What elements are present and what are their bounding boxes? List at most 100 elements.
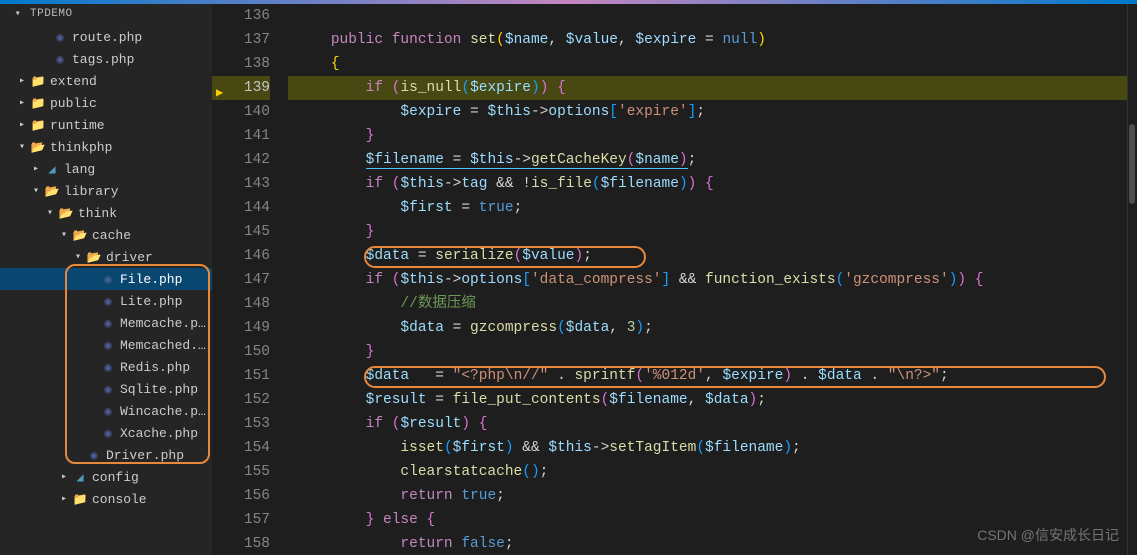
line-number: 150: [212, 340, 270, 364]
code-line[interactable]: }: [288, 220, 1127, 244]
code-line[interactable]: $data = gzcompress($data, 3);: [288, 316, 1127, 340]
php-icon: ◉: [100, 316, 116, 331]
code-line[interactable]: {: [288, 52, 1127, 76]
code-line[interactable]: $expire = $this->options['expire'];: [288, 100, 1127, 124]
line-number: 139▶: [212, 76, 270, 100]
file-driver[interactable]: ◉ Driver.php: [0, 444, 212, 466]
folder-extend[interactable]: ▸📁extend: [0, 70, 212, 92]
code-line[interactable]: return true;: [288, 484, 1127, 508]
code-line[interactable]: isset($first) && $this->setTagItem($file…: [288, 436, 1127, 460]
code-line[interactable]: if ($this->tag && !is_file($filename)) {: [288, 172, 1127, 196]
tree-item-label: Redis.php: [120, 360, 208, 375]
code-line[interactable]: public function set($name, $value, $expi…: [288, 28, 1127, 52]
file-sqlite[interactable]: ◉Sqlite.php: [0, 378, 212, 400]
tree-item-label: Xcache.php: [120, 426, 208, 441]
project-title: TPDEMO: [30, 8, 73, 20]
php-icon: ◉: [52, 52, 68, 67]
code-line[interactable]: if ($result) {: [288, 412, 1127, 436]
code-line[interactable]: if ($this->options['data_compress'] && f…: [288, 268, 1127, 292]
chevron-icon: ▸: [56, 471, 72, 483]
tree-item-label: Memcache.php: [120, 316, 208, 331]
line-number: 137: [212, 28, 270, 52]
file-memcache[interactable]: ◉ Memcache.php: [0, 312, 212, 334]
file-tree: ◉route.php◉tags.php▸📁extend▸📁public▸📁run…: [0, 24, 212, 512]
code-content[interactable]: public function set($name, $value, $expi…: [288, 4, 1127, 555]
code-line[interactable]: [288, 4, 1127, 28]
code-line[interactable]: $first = true;: [288, 196, 1127, 220]
code-line[interactable]: $data = "<?php\n//" . sprintf('%012d', $…: [288, 364, 1127, 388]
php-icon: ◉: [100, 272, 116, 287]
folder-think[interactable]: ▾📂think: [0, 202, 212, 224]
php-icon: ◉: [100, 338, 116, 353]
code-line[interactable]: if (is_null($expire)) {: [288, 76, 1127, 100]
file-tags[interactable]: ◉tags.php: [0, 48, 212, 70]
line-number: 151: [212, 364, 270, 388]
line-number: 136: [212, 4, 270, 28]
code-line[interactable]: }: [288, 124, 1127, 148]
chevron-icon: ▸: [14, 119, 30, 131]
chevron-icon: ▾: [14, 141, 30, 153]
code-line[interactable]: $filename = $this->getCacheKey($name);: [288, 148, 1127, 172]
file-memcached[interactable]: ◉ Memcached.php: [0, 334, 212, 356]
tree-item-label: driver: [106, 250, 208, 265]
folder-console[interactable]: ▸📁console: [0, 488, 212, 510]
line-number: 140: [212, 100, 270, 124]
chevron-icon: ▸: [56, 493, 72, 505]
line-number: 152: [212, 388, 270, 412]
file-wincache[interactable]: ◉Wincache.php: [0, 400, 212, 422]
line-number: 158: [212, 532, 270, 555]
php-icon: ◉: [86, 448, 102, 463]
folder-public[interactable]: ▸📁public: [0, 92, 212, 114]
explorer-header[interactable]: ▾ TPDEMO: [0, 4, 212, 24]
file-xcache[interactable]: ◉ Xcache.php: [0, 422, 212, 444]
tree-item-label: Wincache.php: [120, 404, 208, 419]
code-line[interactable]: $data = serialize($value);: [288, 244, 1127, 268]
php-icon: ◉: [100, 426, 116, 441]
line-number: 156: [212, 484, 270, 508]
code-line[interactable]: }: [288, 340, 1127, 364]
folder-open-icon: 📂: [30, 140, 46, 155]
code-line[interactable]: //数据压缩: [288, 292, 1127, 316]
explorer-sidebar: ▾ TPDEMO ◉route.php◉tags.php▸📁extend▸📁pu…: [0, 4, 212, 555]
chevron-icon: ▸: [14, 75, 30, 87]
tree-item-label: thinkphp: [50, 140, 208, 155]
chevron-icon: ▸: [14, 97, 30, 109]
tree-item-label: Memcached.php: [120, 338, 208, 353]
chevron-icon: ▾: [42, 207, 58, 219]
tree-item-label: library: [64, 184, 208, 199]
special-icon: ◢: [44, 162, 60, 177]
php-icon: ◉: [100, 360, 116, 375]
folder-thinkphp[interactable]: ▾📂 thinkphp: [0, 136, 212, 158]
special-icon: ◢: [72, 470, 88, 485]
file-file[interactable]: ◉ File.php: [0, 268, 212, 290]
line-number: 142: [212, 148, 270, 172]
folder-driver[interactable]: ▾📂driver: [0, 246, 212, 268]
tree-item-label: public: [50, 96, 208, 111]
line-number: 147: [212, 268, 270, 292]
line-number: 157: [212, 508, 270, 532]
folder-icon: 📁: [30, 74, 46, 89]
code-line[interactable]: clearstatcache();: [288, 460, 1127, 484]
folder-open-icon: 📂: [44, 184, 60, 199]
folder-config[interactable]: ▸◢config: [0, 466, 212, 488]
scrollbar-thumb[interactable]: [1129, 124, 1135, 204]
folder-lang[interactable]: ▸◢lang: [0, 158, 212, 180]
line-number: 145: [212, 220, 270, 244]
folder-library[interactable]: ▾📂library: [0, 180, 212, 202]
file-route[interactable]: ◉route.php: [0, 26, 212, 48]
tree-item-label: Driver.php: [106, 448, 208, 463]
file-redis[interactable]: ◉ Redis.php: [0, 356, 212, 378]
code-line[interactable]: $result = file_put_contents($filename, $…: [288, 388, 1127, 412]
scrollbar[interactable]: [1127, 4, 1137, 555]
chevron-icon: ▾: [56, 229, 72, 241]
folder-icon: 📁: [30, 118, 46, 133]
code-editor[interactable]: 136137138139▶140141142143144145146147148…: [212, 4, 1137, 555]
folder-cache[interactable]: ▾📂cache: [0, 224, 212, 246]
file-lite[interactable]: ◉Lite.php: [0, 290, 212, 312]
line-number: 155: [212, 460, 270, 484]
tree-item-label: File.php: [120, 272, 208, 287]
chevron-icon: ▸: [28, 163, 44, 175]
chevron-icon: ▾: [70, 251, 86, 263]
folder-runtime[interactable]: ▸📁runtime: [0, 114, 212, 136]
folder-open-icon: 📂: [58, 206, 74, 221]
